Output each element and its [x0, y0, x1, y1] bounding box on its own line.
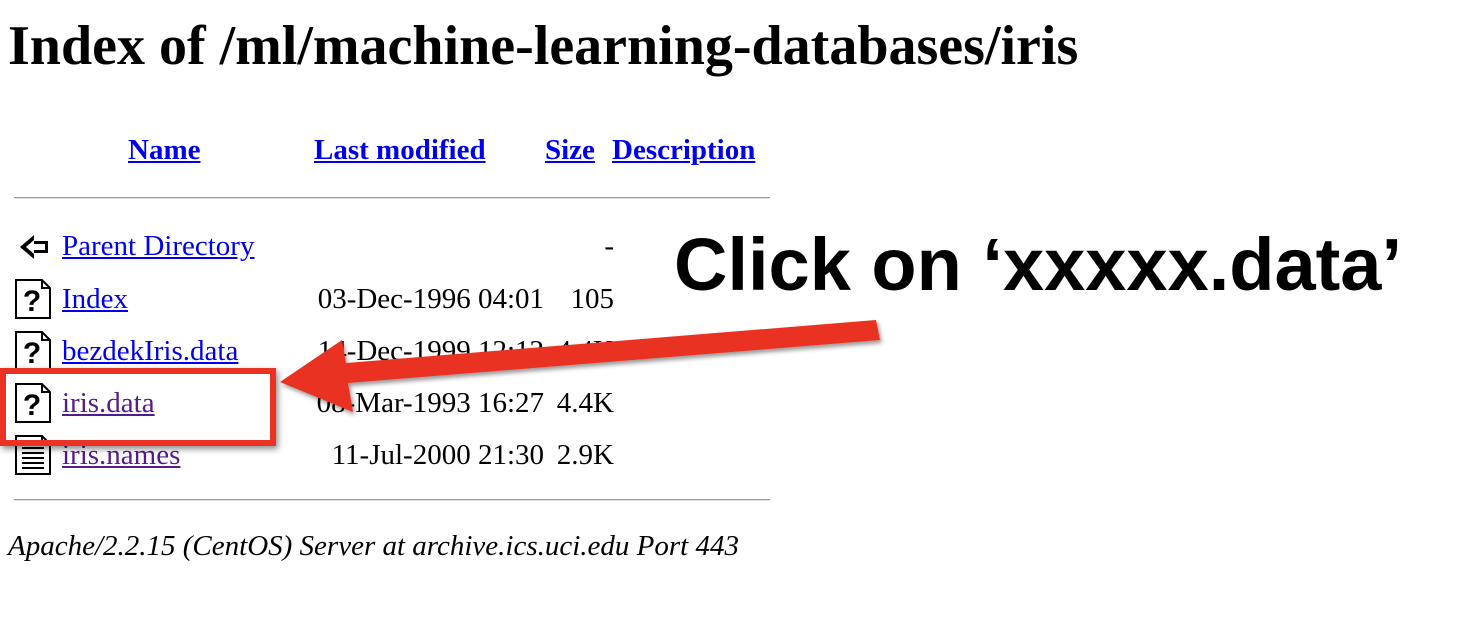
file-size: 2.9K: [556, 439, 614, 471]
highlight-box: [0, 368, 276, 446]
file-link-index[interactable]: Index: [62, 276, 128, 322]
server-signature: Apache/2.2.15 (CentOS) Server at archive…: [8, 530, 739, 562]
sort-by-name-link[interactable]: Name: [128, 130, 200, 170]
sort-by-description-link[interactable]: Description: [612, 130, 755, 170]
annotation-text: Click on ‘xxxxx.data’: [674, 223, 1403, 306]
annotation-arrow: [280, 320, 880, 412]
footer-divider: [14, 499, 770, 501]
unknown-file-icon[interactable]: ?: [14, 278, 54, 320]
svg-text:?: ?: [23, 285, 41, 318]
list-item: Parent Directory -: [14, 223, 614, 269]
file-link-parent-directory[interactable]: Parent Directory: [62, 223, 254, 269]
page-title: Index of /ml/machine-learning-databases/…: [8, 15, 1079, 77]
sort-by-last-modified-link[interactable]: Last modified: [314, 130, 486, 170]
sort-by-size-link[interactable]: Size: [545, 130, 595, 170]
file-size: -: [604, 230, 614, 262]
back-arrow-icon[interactable]: [14, 225, 54, 267]
svg-text:?: ?: [23, 337, 41, 370]
file-date: 11-Jul-2000 21:30: [331, 439, 544, 471]
unknown-file-icon[interactable]: ?: [14, 330, 54, 372]
header-divider: [14, 197, 770, 199]
